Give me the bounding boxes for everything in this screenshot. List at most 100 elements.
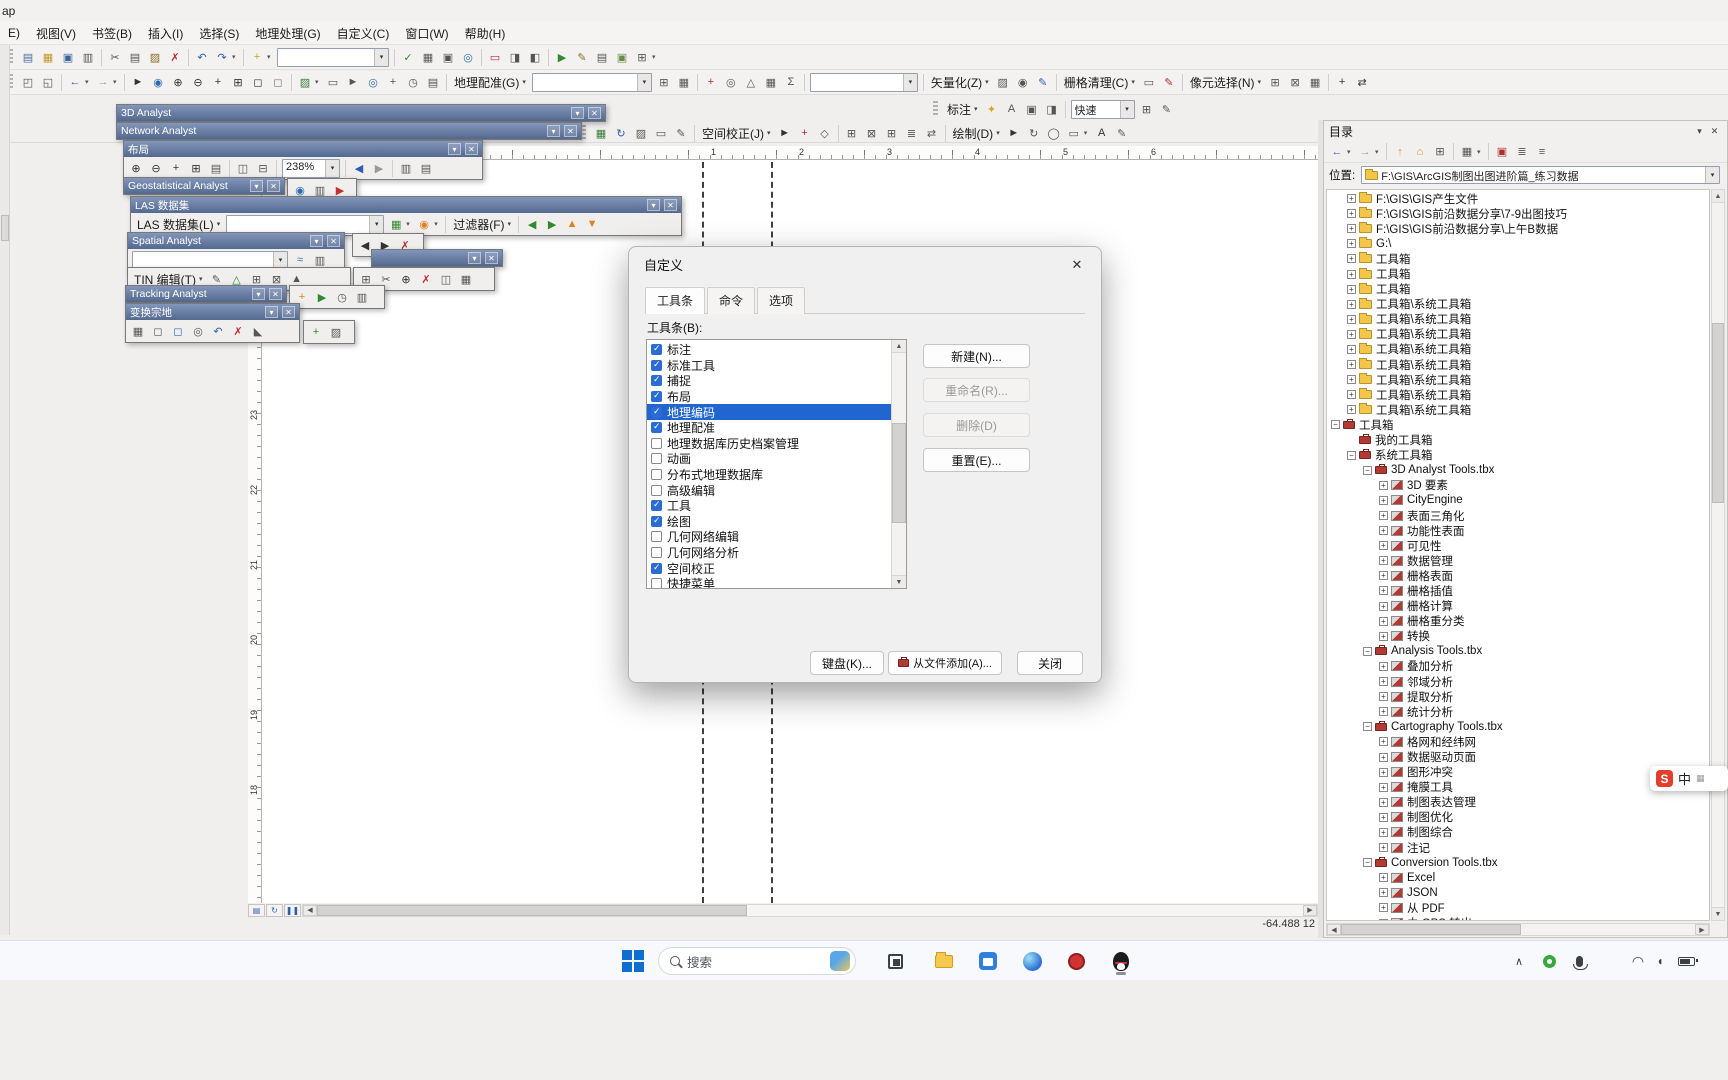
tree-item-23[interactable]: + 可见性 (1327, 538, 1709, 553)
menu-4[interactable]: 选择(S) (191, 22, 247, 45)
editor-pencil-icon[interactable]: ✎ (672, 124, 690, 142)
tree-item-22[interactable]: + 功能性表面 (1327, 523, 1709, 538)
toolbar-checkbox-8[interactable] (651, 469, 662, 481)
toolbar-checkbox-1[interactable] (651, 359, 662, 371)
label-expression-icon[interactable]: ✎ (1158, 100, 1176, 118)
screen-record-button[interactable] (1061, 946, 1091, 976)
untitled-floating-toolbar-close-icon[interactable]: ✕ (485, 252, 498, 264)
catalog-scroll-up-arrow[interactable]: ▲ (1712, 190, 1724, 203)
frag-zoom-icon[interactable]: ⊕ (397, 270, 415, 288)
3d-analyst-toolbar-titlebar[interactable]: 3D Analyst ▾ ✕ (117, 105, 605, 121)
dialog-close-icon[interactable]: ✕ (1063, 254, 1091, 276)
menu-7[interactable]: 窗口(W) (397, 22, 456, 45)
tree-item-14[interactable]: + 工具箱\系统工具箱 (1327, 402, 1709, 417)
menu-6[interactable]: 自定义(C) (329, 22, 398, 45)
editor-refresh-icon[interactable]: ↻ (612, 124, 630, 142)
tree-item-32[interactable]: + 邻域分析 (1327, 674, 1709, 689)
las-surface-icon[interactable]: ▦ (387, 215, 405, 233)
untitled-floating-toolbar-options-arrow[interactable]: ▾ (468, 252, 481, 264)
toolbar-list-item-4[interactable]: 地理编码 (647, 404, 891, 420)
adjust-sigma-icon[interactable]: Σ (782, 73, 800, 91)
list-scroll-up-arrow[interactable]: ▲ (892, 340, 906, 353)
toolbar-checkbox-0[interactable] (651, 343, 662, 356)
layout-zoom-combo-arrow[interactable]: ▾ (325, 159, 339, 177)
fixed-zoom-out-icon[interactable]: ◻ (269, 73, 287, 91)
spatial-analyst-layer-combo-arrow[interactable]: ▾ (273, 251, 287, 269)
tree-expander-22[interactable]: + (1379, 526, 1388, 536)
tree-expander-10[interactable]: + (1347, 344, 1356, 354)
tree-expander-45[interactable]: + (1379, 873, 1388, 883)
tray-expand-icon[interactable]: ∧ (1508, 946, 1530, 976)
tree-expander-43[interactable]: + (1379, 843, 1388, 853)
arctoolbox-window-icon[interactable]: ▭ (486, 48, 504, 66)
parcel-box-a-icon[interactable]: ◻ (149, 322, 167, 340)
tree-expander-2[interactable]: + (1347, 224, 1356, 234)
sa-grid-2-icon[interactable]: ⊠ (863, 124, 881, 142)
print-icon[interactable]: ▥ (79, 48, 97, 66)
vectorization-menu[interactable]: 矢量化(Z) ▾ (927, 72, 993, 92)
tree-expander-29[interactable]: + (1379, 631, 1388, 641)
pane-b-icon[interactable]: ◱ (39, 73, 57, 91)
las-down-icon[interactable]: ▼ (583, 215, 601, 233)
labeling-toolbar-grip[interactable] (933, 101, 938, 117)
tree-item-11[interactable]: + 工具箱\系统工具箱 (1327, 357, 1709, 372)
tree-item-25[interactable]: + 栅格表面 (1327, 568, 1709, 583)
catalog-connect-folder-icon[interactable]: ⊞ (1431, 143, 1449, 161)
toolbar-checkbox-2[interactable] (651, 374, 662, 387)
file-explorer-button[interactable] (929, 946, 959, 976)
redo-icon[interactable]: ↷ (213, 48, 231, 66)
toolbar-list-item-11[interactable]: 绘图 (647, 514, 891, 530)
tree-expander-1[interactable]: + (1347, 209, 1356, 219)
menu-5[interactable]: 地理处理(G) (247, 22, 328, 45)
geostatistical-analyst-toolbar-options-arrow[interactable]: ▾ (250, 180, 263, 192)
tree-item-35[interactable]: − Cartography Tools.tbx (1327, 719, 1709, 734)
parcel-transform-toolbar-titlebar[interactable]: 变换宗地 ▾ ✕ (126, 304, 299, 320)
geostatistical-analyst-toolbar-close-icon[interactable]: ✕ (267, 180, 280, 192)
editor-rect-icon[interactable]: ▭ (652, 124, 670, 142)
track-chart-icon[interactable]: ▥ (353, 288, 371, 306)
catalog-forward-icon[interactable]: → (1356, 143, 1374, 161)
table-of-contents-icon[interactable]: ▦ (419, 48, 437, 66)
cell-selection-menu[interactable]: 像元选择(N) ▾ (1186, 72, 1265, 92)
frag-delete-icon[interactable]: ✗ (417, 270, 435, 288)
toolbar-list-item-8[interactable]: 分布式地理数据库 (647, 467, 891, 483)
redo-dropdown-arrow[interactable]: ▾ (232, 53, 240, 61)
raster-cleanup-menu[interactable]: 栅格清理(C) ▾ (1060, 72, 1139, 92)
parcel-undo-icon[interactable]: ↶ (209, 322, 227, 340)
adjust-grid-icon[interactable]: ▦ (762, 73, 780, 91)
tree-expander-42[interactable]: + (1379, 827, 1388, 837)
tree-expander-30[interactable]: − (1363, 646, 1372, 656)
hscroll-left-arrow[interactable]: ◀ (303, 904, 317, 916)
tab-toolbars[interactable]: 工具条 (645, 287, 706, 314)
tree-item-44[interactable]: − Conversion Tools.tbx (1327, 855, 1709, 870)
identify-icon[interactable]: ◉ (149, 73, 167, 91)
las-points-dropdown-arrow[interactable]: ▾ (434, 220, 442, 228)
tree-item-36[interactable]: + 格网和经纬网 (1327, 734, 1709, 749)
full-extent-icon[interactable]: ⊞ (229, 73, 247, 91)
frag2-add-icon[interactable]: + (307, 323, 325, 341)
launch-e-icon[interactable]: ⊞ (633, 48, 651, 66)
task-view-button[interactable] (880, 946, 910, 976)
tab-options[interactable]: 选项 (757, 287, 806, 314)
tree-expander-27[interactable]: + (1379, 601, 1388, 611)
sa-list-icon[interactable]: ≣ (903, 124, 921, 142)
hscroll-thumb[interactable] (317, 904, 747, 916)
tree-expander-31[interactable]: + (1379, 661, 1388, 671)
launch-c-icon[interactable]: ▤ (593, 48, 611, 66)
add-from-file-button[interactable]: 从文件添加(A)... (888, 651, 1002, 675)
tree-item-47[interactable]: + 从 PDF (1327, 900, 1709, 915)
html-popup-icon[interactable]: ▤ (424, 73, 442, 91)
back-extent-dropdown-arrow[interactable]: ▾ (85, 78, 93, 86)
toolbar-list-item-9[interactable]: 高级编辑 (647, 482, 891, 498)
tree-item-18[interactable]: − 3D Analyst Tools.tbx (1327, 463, 1709, 478)
tree-expander-9[interactable]: + (1347, 329, 1356, 339)
editor-sketch-icon[interactable]: ▨ (632, 124, 650, 142)
tree-expander-5[interactable]: + (1347, 269, 1356, 279)
tree-item-41[interactable]: + 制图优化 (1327, 810, 1709, 825)
tree-item-29[interactable]: + 转换 (1327, 629, 1709, 644)
catalog-back-icon[interactable]: ← (1328, 143, 1346, 161)
sa-grid-3-icon[interactable]: ⊞ (883, 124, 901, 142)
toolbar-checkbox-12[interactable] (651, 531, 662, 543)
tree-item-28[interactable]: + 栅格重分类 (1327, 614, 1709, 629)
toolbar-list-item-6[interactable]: 地理数据库历史档案管理 (647, 436, 891, 452)
